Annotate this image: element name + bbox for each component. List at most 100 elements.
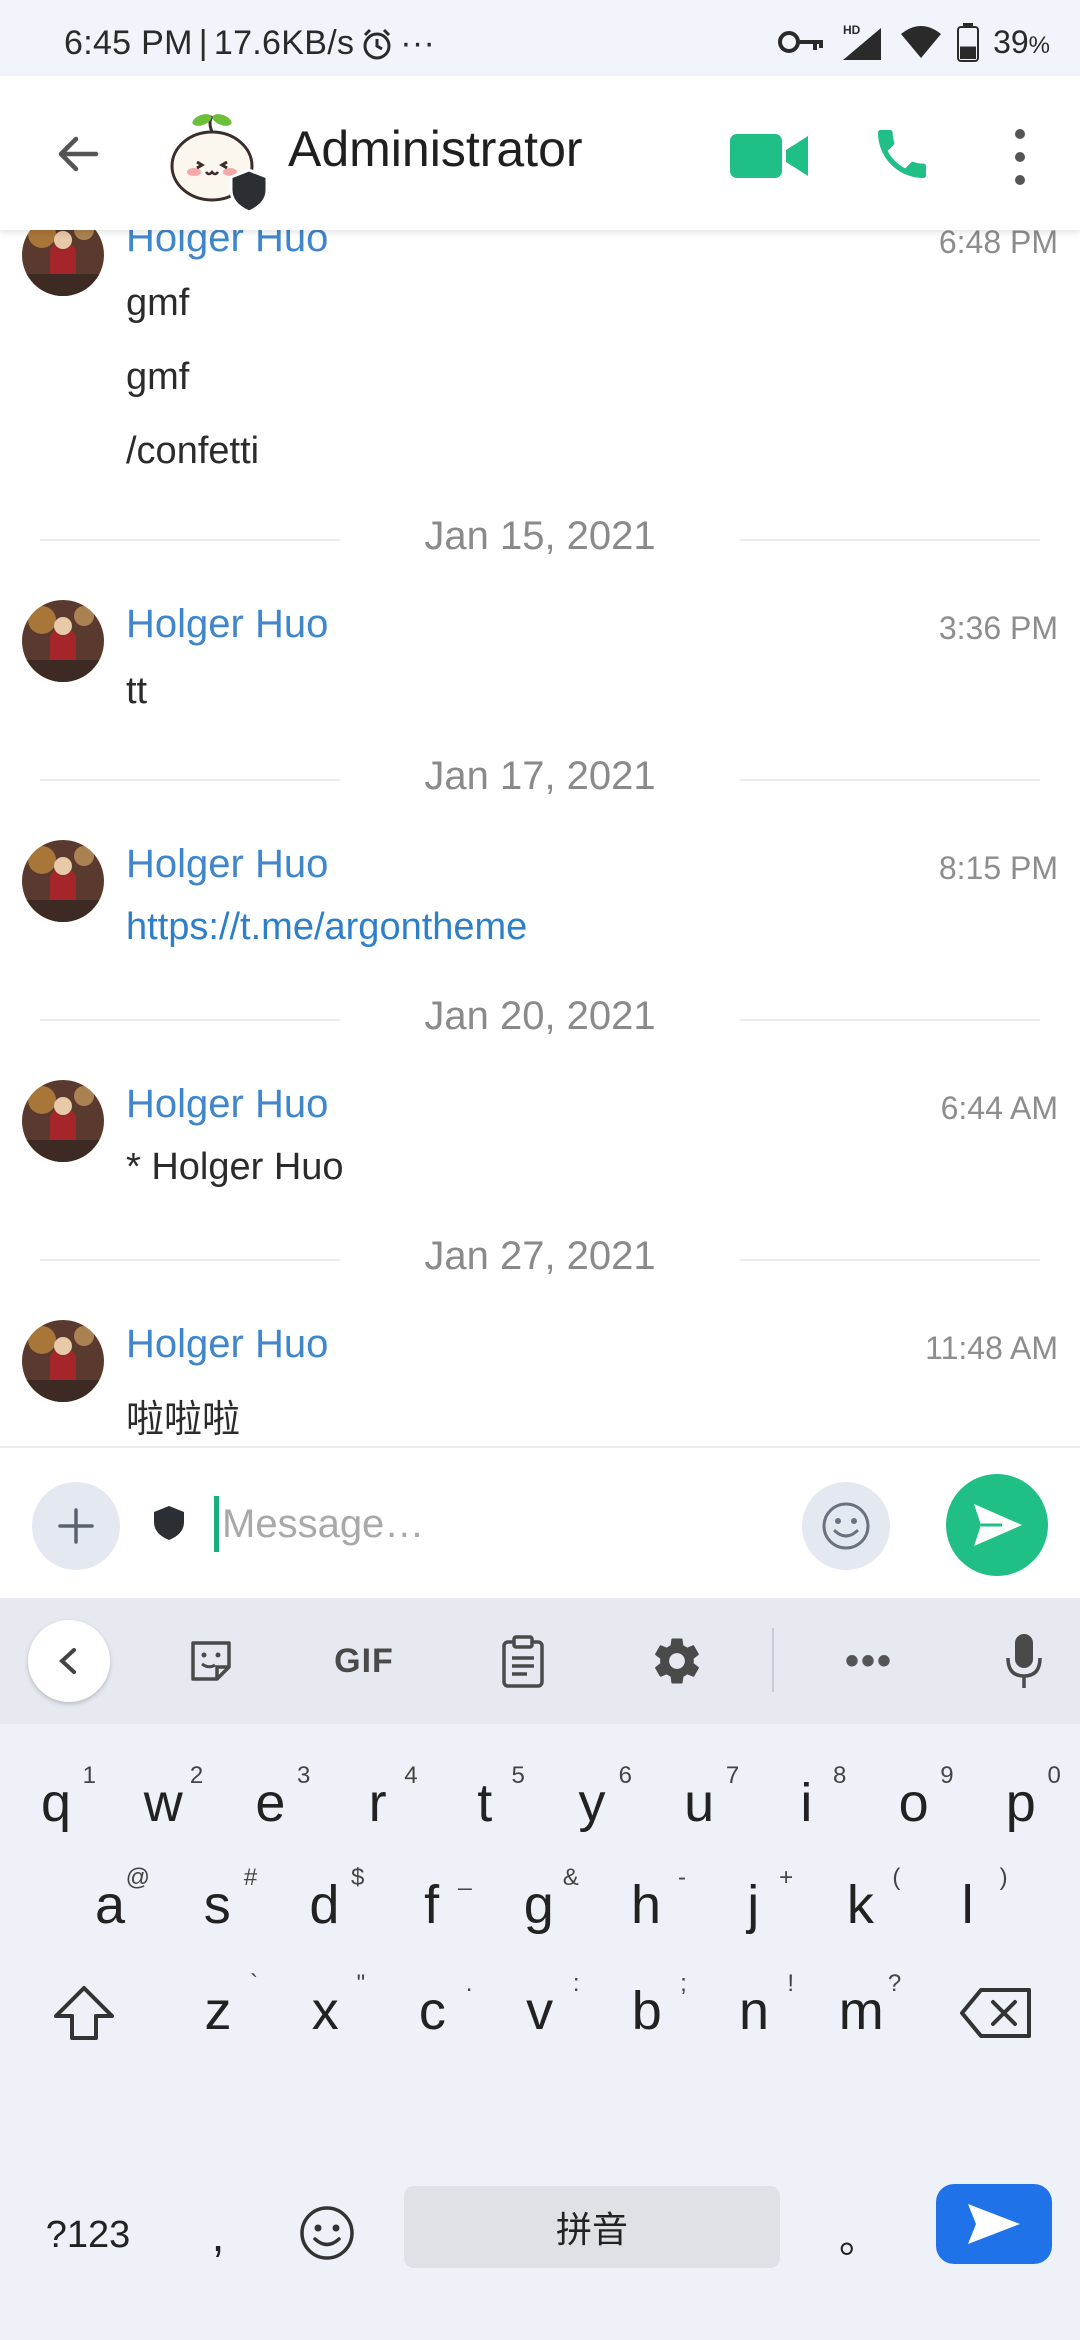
key-letter: r: [368, 1773, 387, 1833]
key-letter: y: [578, 1773, 606, 1833]
key-m[interactable]: m?: [809, 1956, 913, 2066]
shield-icon: [154, 1506, 184, 1540]
key-b[interactable]: b;: [595, 1956, 699, 2066]
key-r[interactable]: r4: [326, 1748, 430, 1858]
key-g[interactable]: g &: [487, 1850, 591, 1960]
gif-button[interactable]: GIF: [324, 1628, 404, 1694]
message-text[interactable]: 啦啦啦: [126, 1388, 240, 1443]
key-q[interactable]: q1: [4, 1748, 108, 1858]
key-letter: b: [631, 1981, 662, 2041]
sender-avatar[interactable]: [22, 1080, 104, 1162]
date-separator: Jan 17, 2021: [40, 754, 1040, 804]
key-c[interactable]: c.: [380, 1956, 484, 2066]
message-text[interactable]: tt: [126, 670, 147, 713]
key-z[interactable]: z `: [166, 1956, 270, 2066]
more-vertical-icon: [1015, 122, 1025, 192]
key-secondary-symbol: 6: [618, 1762, 632, 1789]
key-secondary-symbol: .: [465, 1970, 473, 1997]
key-secondary-symbol: :: [572, 1970, 580, 1997]
key-p[interactable]: p0: [969, 1748, 1073, 1858]
video-call-button[interactable]: [728, 126, 812, 186]
sender-name[interactable]: Holger Huo: [126, 842, 328, 887]
alarm-icon: [363, 28, 391, 59]
clipboard-button[interactable]: [490, 1628, 556, 1694]
comma-key[interactable]: ,: [178, 2194, 258, 2276]
key-t[interactable]: t5: [433, 1748, 537, 1858]
sender-avatar[interactable]: [22, 840, 104, 922]
vpn-key-icon: [778, 31, 824, 53]
key-x[interactable]: x ": [273, 1956, 377, 2066]
emoji-button[interactable]: [802, 1482, 890, 1570]
key-s[interactable]: s #: [165, 1850, 269, 1960]
message-text[interactable]: * Holger Huo: [126, 1146, 344, 1189]
key-secondary-symbol: +: [779, 1864, 794, 1891]
key-e[interactable]: e3: [218, 1748, 322, 1858]
keyboard-back-button[interactable]: [28, 1620, 110, 1702]
chevron-left-icon: [59, 1648, 76, 1674]
message-timeline[interactable]: Holger Huo 6:48 PM gmf gmf /confetti Jan…: [0, 230, 1080, 1446]
sender-name[interactable]: Holger Huo: [126, 1322, 328, 1367]
key-d[interactable]: d $: [272, 1850, 376, 1960]
key-secondary-symbol: 2: [189, 1762, 204, 1789]
back-button[interactable]: [44, 120, 112, 188]
send-icon: [974, 1504, 1022, 1546]
key-letter: a: [94, 1875, 126, 1935]
voice-input-button[interactable]: [994, 1628, 1054, 1694]
toolbar-more-button[interactable]: •••: [832, 1628, 906, 1694]
shift-key[interactable]: [34, 1956, 134, 2070]
sticker-button[interactable]: [178, 1628, 244, 1694]
period-key[interactable]: 。: [812, 2194, 906, 2276]
key-secondary-symbol: 4: [404, 1762, 418, 1789]
key-a[interactable]: a @: [58, 1850, 162, 1960]
key-letter: j: [747, 1875, 760, 1935]
sender-avatar[interactable]: [22, 230, 104, 296]
sender-avatar[interactable]: [22, 1320, 104, 1402]
key-o[interactable]: o9: [862, 1748, 966, 1858]
sender-avatar[interactable]: [22, 600, 104, 682]
attach-button[interactable]: [32, 1482, 120, 1570]
voice-call-button[interactable]: [870, 120, 934, 188]
message-input[interactable]: [222, 1488, 782, 1560]
key-h[interactable]: h-: [594, 1850, 698, 1960]
key-secondary-symbol: !: [787, 1970, 794, 1997]
message-link[interactable]: https://t.me/argontheme: [126, 906, 527, 949]
key-letter: p: [1005, 1773, 1036, 1833]
sender-name[interactable]: Holger Huo: [126, 1082, 328, 1127]
keyboard-settings-button[interactable]: [644, 1628, 710, 1694]
key-y[interactable]: y6: [540, 1748, 644, 1858]
key-secondary-symbol: (: [892, 1864, 901, 1891]
key-letter: w: [143, 1773, 183, 1833]
sender-name[interactable]: Holger Huo: [126, 230, 328, 261]
sender-name[interactable]: Holger Huo: [126, 602, 328, 647]
arrow-back-icon: [58, 136, 99, 172]
key-v[interactable]: v:: [488, 1956, 592, 2066]
key-l[interactable]: l): [916, 1850, 1020, 1960]
key-letter: c: [418, 1981, 446, 2041]
emoji-key[interactable]: [286, 2188, 368, 2278]
send-button[interactable]: [946, 1474, 1048, 1576]
key-j[interactable]: j +: [701, 1850, 805, 1960]
date-separator: Jan 27, 2021: [40, 1234, 1040, 1284]
space-key[interactable]: 拼音: [404, 2186, 780, 2268]
key-f[interactable]: f _: [380, 1850, 484, 1960]
network-speed: 17.6KB/s: [213, 24, 355, 62]
backspace-key[interactable]: [946, 1956, 1046, 2070]
key-w[interactable]: w2: [111, 1748, 215, 1858]
key-secondary-symbol: `: [250, 1970, 258, 1997]
key-k[interactable]: k(: [808, 1850, 912, 1960]
message-text[interactable]: gmf: [126, 356, 189, 399]
room-title[interactable]: Administrator: [288, 120, 583, 178]
key-n[interactable]: n!: [702, 1956, 806, 2066]
message-text[interactable]: gmf: [126, 282, 189, 325]
key-letter: d: [309, 1875, 340, 1935]
enter-key[interactable]: [936, 2184, 1052, 2264]
key-letter: u: [684, 1773, 715, 1833]
message-text[interactable]: /confetti: [126, 430, 259, 473]
key-u[interactable]: u7: [647, 1748, 751, 1858]
more-options-button[interactable]: [1000, 122, 1040, 192]
wifi-icon: [901, 26, 942, 58]
key-secondary-symbol: 3: [297, 1762, 311, 1789]
symbols-key[interactable]: ?123: [18, 2194, 158, 2276]
key-i[interactable]: i8: [754, 1748, 858, 1858]
clipboard-icon: [502, 1635, 544, 1688]
